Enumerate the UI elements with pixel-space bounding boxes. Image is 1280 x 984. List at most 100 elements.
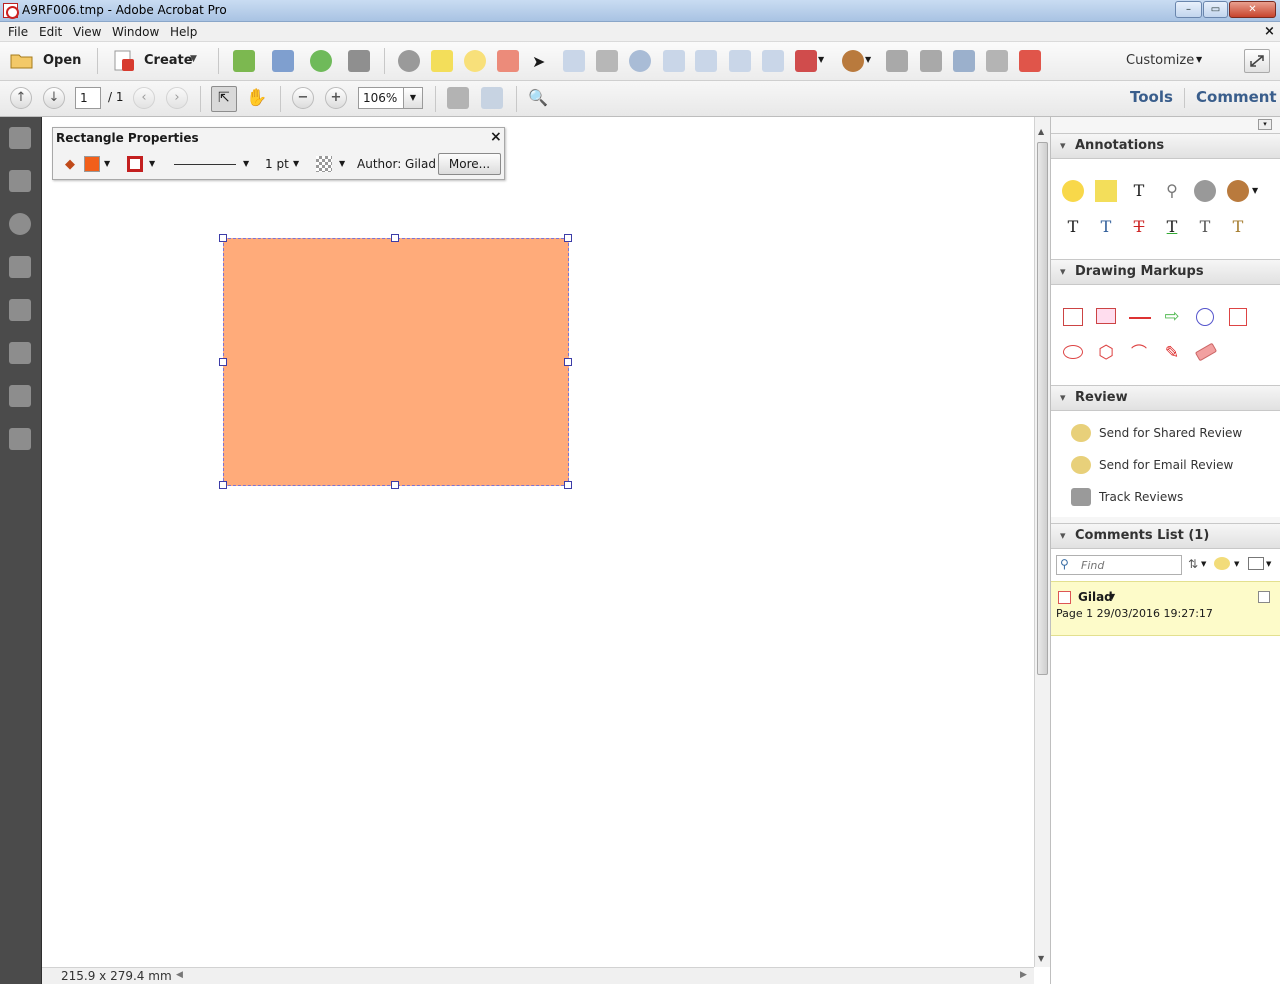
list-options-icon[interactable] xyxy=(1248,557,1264,570)
arrow-icon[interactable]: ⇨ xyxy=(1161,306,1183,328)
resize-handle[interactable] xyxy=(219,358,227,366)
open-button[interactable] xyxy=(10,50,34,70)
chevron-down-icon[interactable]: ▼ xyxy=(1252,186,1258,195)
stroke-color-swatch[interactable] xyxy=(127,156,143,172)
callout-icon[interactable] xyxy=(1096,308,1116,324)
scroll-down-icon[interactable]: ▼ xyxy=(1038,954,1044,963)
menu-window[interactable]: Window xyxy=(112,25,159,39)
scroll-thumb[interactable] xyxy=(1037,142,1048,675)
list-box-icon[interactable] xyxy=(695,50,717,72)
polygon-line-icon[interactable]: ⌒ xyxy=(1128,342,1150,364)
resize-handle[interactable] xyxy=(219,234,227,242)
page-thumbnails-icon[interactable] xyxy=(9,127,31,149)
export-pdf-icon[interactable] xyxy=(1019,50,1041,72)
zoom-dropdown-chevron-icon[interactable]: ▼ xyxy=(403,87,423,109)
opacity-icon[interactable] xyxy=(316,156,332,172)
chevron-down-icon[interactable]: ▼ xyxy=(339,159,345,168)
restore-button[interactable]: ▭ xyxy=(1203,1,1228,18)
close-window-button[interactable]: ✕ xyxy=(1229,1,1276,18)
send-email-review-link[interactable]: Send for Email Review xyxy=(1099,458,1233,472)
tab-tools[interactable]: Tools xyxy=(1130,88,1173,106)
select-tool-button[interactable]: ⇱ xyxy=(211,86,237,112)
customize-button[interactable]: Customize xyxy=(1126,53,1194,68)
comment-author[interactable]: Gilad xyxy=(1078,590,1113,604)
sticky-note-icon[interactable] xyxy=(1062,180,1084,202)
scroll-left-icon[interactable]: ◀ xyxy=(176,970,183,980)
print-icon[interactable] xyxy=(348,50,370,72)
resize-handle[interactable] xyxy=(564,234,572,242)
resize-handle[interactable] xyxy=(391,234,399,242)
close-icon[interactable]: × xyxy=(490,129,502,145)
track-reviews-link[interactable]: Track Reviews xyxy=(1099,490,1183,504)
more-button[interactable]: More... xyxy=(438,153,501,175)
chevron-down-icon[interactable]: ▼ xyxy=(190,54,197,64)
line-style-icon[interactable] xyxy=(174,164,236,165)
menu-help[interactable]: Help xyxy=(170,25,197,39)
vertical-scrollbar[interactable]: ▲ ▼ xyxy=(1034,117,1050,967)
next-view-icon[interactable]: › xyxy=(166,87,188,109)
upload-icon[interactable] xyxy=(310,50,332,72)
record-audio-icon[interactable] xyxy=(1194,180,1216,202)
chevron-down-icon[interactable]: ▼ xyxy=(818,55,824,64)
zoom-out-icon[interactable]: − xyxy=(292,87,314,109)
content-edit-icon[interactable] xyxy=(9,342,31,364)
rectangle-annotation[interactable] xyxy=(223,238,569,486)
scroll-right-icon[interactable]: ▶ xyxy=(1020,970,1027,980)
layers-icon[interactable] xyxy=(9,299,31,321)
toolbox-icon[interactable] xyxy=(795,50,817,72)
tags-icon[interactable] xyxy=(9,428,31,450)
signatures-icon[interactable] xyxy=(9,213,31,235)
sort-icon[interactable]: ⇅ xyxy=(1188,557,1198,571)
stroke-width[interactable]: 1 pt xyxy=(265,157,289,171)
insert-text-icon[interactable]: T xyxy=(1062,216,1084,238)
comment-checkbox[interactable] xyxy=(1258,591,1270,603)
previous-page-icon[interactable]: ↑ xyxy=(10,87,32,109)
menu-file[interactable]: File xyxy=(8,25,28,39)
create-pdf-icon[interactable] xyxy=(112,49,136,73)
create-button[interactable]: Create xyxy=(144,53,193,68)
text-box-icon[interactable] xyxy=(1063,308,1083,326)
chevron-down-icon[interactable]: ▼ xyxy=(1234,560,1239,568)
text-field-icon[interactable] xyxy=(563,50,585,72)
fill-bucket-icon[interactable]: ◆ xyxy=(65,157,75,172)
underline-icon[interactable]: T xyxy=(1161,216,1183,238)
fit-page-icon[interactable] xyxy=(447,87,469,109)
select-arrow-icon[interactable]: ➤ xyxy=(532,52,545,71)
close-document-icon[interactable]: × xyxy=(1264,24,1275,39)
annotations-header[interactable]: Annotations xyxy=(1051,133,1280,159)
button-field-icon[interactable] xyxy=(596,50,618,72)
minimize-button[interactable]: – xyxy=(1175,1,1202,18)
send-shared-review-link[interactable]: Send for Shared Review xyxy=(1099,426,1242,440)
comments-list-header[interactable]: Comments List (1) xyxy=(1051,523,1280,549)
chevron-down-icon[interactable]: ▼ xyxy=(293,159,299,168)
comment-item[interactable]: Gilad ▼ Page 1 29/03/2016 19:27:17 xyxy=(1051,581,1280,636)
fill-color-swatch[interactable] xyxy=(84,156,100,172)
chevron-down-icon[interactable]: ▼ xyxy=(149,159,155,168)
eraser-icon[interactable] xyxy=(1194,342,1218,362)
chevron-down-icon[interactable]: ▼ xyxy=(865,55,871,64)
chevron-down-icon[interactable]: ▼ xyxy=(1266,560,1271,568)
text-note-icon[interactable]: T xyxy=(1194,216,1216,238)
document-settings-icon[interactable] xyxy=(920,50,942,72)
chevron-down-icon[interactable]: ▼ xyxy=(1109,592,1115,601)
zoom-in-icon[interactable]: + xyxy=(325,87,347,109)
radio-button-icon[interactable] xyxy=(629,50,651,72)
signature-field-icon[interactable] xyxy=(762,50,784,72)
settings-page-icon[interactable] xyxy=(886,50,908,72)
drawing-markups-header[interactable]: Drawing Markups xyxy=(1051,259,1280,285)
tab-comment[interactable]: Comment xyxy=(1196,88,1277,106)
filter-comments-icon[interactable] xyxy=(1214,557,1230,570)
oval-icon[interactable] xyxy=(1196,308,1214,326)
hand-tool-icon[interactable]: ✋ xyxy=(246,88,267,108)
chevron-down-icon[interactable]: ▼ xyxy=(104,159,110,168)
resize-handle[interactable] xyxy=(391,481,399,489)
comment-bubble-icon[interactable] xyxy=(464,50,486,72)
stamp-icon[interactable] xyxy=(1227,180,1249,202)
cloud-icon[interactable] xyxy=(1063,345,1083,359)
find-input[interactable] xyxy=(1081,557,1177,573)
strikethrough-icon[interactable]: T xyxy=(1128,216,1150,238)
scroll-up-icon[interactable]: ▲ xyxy=(1038,127,1044,136)
add-text-icon[interactable]: T xyxy=(1128,180,1150,202)
chevron-down-icon[interactable]: ▼ xyxy=(1201,560,1206,568)
find-input-box[interactable]: ⚲ xyxy=(1056,555,1182,575)
